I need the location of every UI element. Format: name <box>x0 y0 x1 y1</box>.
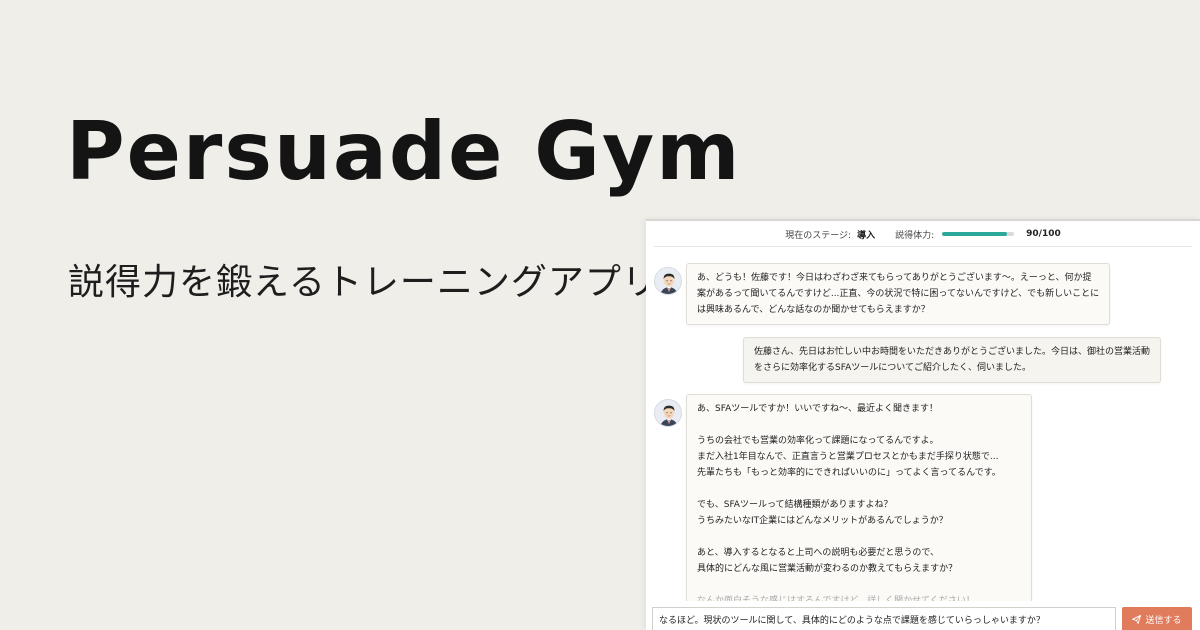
user-message: 佐藤さん、先日はお忙しい中お時間をいただきありがとうございました。今日は、御社の… <box>743 337 1162 383</box>
bot-avatar-icon <box>654 267 682 295</box>
app-tagline: 説得力を鍛えるトレーニングアプリ <box>68 262 659 303</box>
bot-message: あ、どうも！佐藤です！今日はわざわざ来てもらってありがとうございます〜。えーっと… <box>686 263 1111 325</box>
stamina-progress-fill <box>942 232 1007 236</box>
message-line: 先輩たちも「もっと効率的にできればいいのに」ってよく言ってるんです。 <box>697 468 1001 478</box>
message-line: あ、SFAツールですか！いいですね〜、最近よく聞きます！ <box>697 404 938 414</box>
status-bar: 現在のステージ: 導入 説得体力: 90/100 <box>646 221 1200 247</box>
message-composer: 送信する <box>646 605 1200 630</box>
bot-message: あ、SFAツールですか！いいですね〜、最近よく聞きます！ うちの会社でも営業の効… <box>686 394 1032 601</box>
stamina-progress-bar <box>942 232 1015 236</box>
message-line: でも、SFAツールって結構種類がありますよね？ <box>697 500 893 510</box>
message-line: をさらに効率化するSFAツールについてご紹介したく、伺いました。 <box>754 363 1031 373</box>
message-line: なんか面白そうな感じはするんですけど、詳しく聞かせてください！ <box>697 596 975 601</box>
message-line: うちみたいなIT企業にはどんなメリットがあるんでしょうか？ <box>697 516 948 526</box>
send-button-label: 送信する <box>1145 615 1182 626</box>
message-line <box>697 481 1021 497</box>
stamina-label: 説得体力: <box>895 230 935 241</box>
paper-plane-icon <box>1132 614 1142 624</box>
stage-value: 導入 <box>857 230 876 241</box>
stamina-value: 90/100 <box>1026 229 1061 239</box>
message-line: あ、どうも！佐藤です！今日はわざわざ来てもらってありがとうございます〜。えーっと… <box>697 273 1092 283</box>
message-line <box>697 577 1021 593</box>
message-line: 具体的にどんな風に営業活動が変わるのか教えてもらえますか？ <box>697 564 958 574</box>
send-button[interactable]: 送信する <box>1122 607 1192 630</box>
chat-log[interactable]: あ、どうも！佐藤です！今日はわざわざ来てもらってありがとうございます〜。えーっと… <box>646 249 1200 601</box>
message-line: 佐藤さん、先日はお忙しい中お時間をいただきありがとうございました。今日は、御社の… <box>754 347 1151 357</box>
app-title: Persuade Gym <box>66 105 742 198</box>
message-line: あと、導入するとなると上司への説明も必要だと思うので、 <box>697 548 940 558</box>
message-line: は興味あるんで、どんな話なのか聞かせてもらえますか？ <box>697 305 930 315</box>
message-line: まだ入社1年目なんで、正直言うと営業プロセスとかもまだ手探り状態で... <box>697 452 999 462</box>
message-line <box>697 417 1021 433</box>
message-line: うちの会社でも営業の効率化って課題になってるんですよ。 <box>697 436 939 446</box>
message-line: 案があるって聞いてるんですけど...正直、今の状況で特に困ってないんですけど、で… <box>697 289 1100 299</box>
stage-label: 現在のステージ: <box>785 230 852 241</box>
bot-avatar-icon <box>654 399 682 427</box>
message-line <box>697 529 1021 545</box>
message-input[interactable] <box>652 607 1116 630</box>
chat-app-window: 現在のステージ: 導入 説得体力: 90/100 あ、どうも！佐藤です！今日はわ… <box>646 219 1200 630</box>
